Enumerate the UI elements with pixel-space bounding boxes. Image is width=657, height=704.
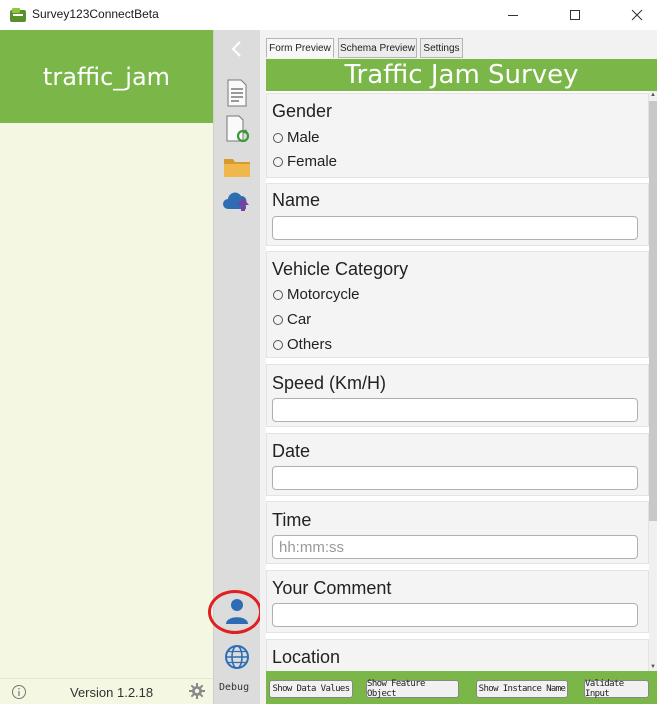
question-speed: Speed (Km/H) [266, 364, 649, 427]
question-label: Time [272, 510, 312, 530]
radio-circle [273, 314, 283, 325]
question-label: Your Comment [272, 578, 392, 598]
radio-label: Female [287, 153, 338, 170]
speed-input[interactable] [272, 398, 638, 422]
preview-area: Form Preview Schema Preview Settings Tra… [260, 30, 657, 704]
radio-circle [273, 339, 283, 350]
window-title: Survey123ConnectBeta [32, 7, 159, 21]
globe-icon [225, 645, 249, 669]
survey-sidebar: traffic_jam [0, 30, 213, 678]
question-label: Location [272, 647, 341, 667]
question-comment: Your Comment [266, 570, 649, 633]
radio-car[interactable]: Car [273, 311, 311, 328]
radio-male[interactable]: Male [273, 129, 320, 146]
radio-others[interactable]: Others [273, 336, 332, 353]
close-icon [631, 9, 643, 21]
radio-circle [273, 289, 283, 300]
form-document-button[interactable] [222, 78, 252, 108]
folder-button[interactable] [222, 152, 252, 182]
form-document-icon [227, 79, 247, 107]
question-time: Time hh:mm:ss [266, 501, 649, 564]
info-icon[interactable] [11, 684, 27, 700]
debug-toolbar: Show Data Values Show Feature Object Sho… [266, 671, 657, 704]
globe-button[interactable] [222, 642, 252, 672]
refresh-document-icon [226, 115, 250, 143]
question-label: Date [272, 441, 311, 461]
radio-label: Male [287, 129, 320, 146]
radio-circle [273, 156, 283, 167]
radio-label: Motorcycle [287, 286, 360, 303]
question-label: Vehicle Category [272, 259, 409, 279]
tab-settings[interactable]: Settings [420, 38, 463, 58]
back-chevron-icon [231, 41, 241, 57]
validate-input-button[interactable]: Validate Input [584, 679, 649, 699]
gear-icon[interactable] [188, 682, 206, 700]
back-button[interactable] [222, 34, 252, 64]
time-input[interactable]: hh:mm:ss [272, 535, 638, 559]
question-location: Location [266, 639, 649, 671]
form-title: Traffic Jam Survey [344, 60, 579, 90]
cloud-upload-icon [223, 192, 249, 211]
radio-label: Car [287, 311, 312, 328]
minimize-button[interactable] [490, 0, 536, 30]
scroll-thumb[interactable] [649, 101, 657, 521]
refresh-document-button[interactable] [222, 114, 252, 144]
show-feature-object-button[interactable]: Show Feature Object [366, 679, 459, 699]
question-name: Name [266, 183, 649, 246]
scroll-up-icon[interactable]: ▲ [649, 91, 657, 99]
debug-button[interactable]: Debug [219, 682, 249, 693]
form-scrollbar[interactable]: ▲ ▼ [649, 91, 657, 671]
radio-circle [273, 132, 283, 143]
radio-label: Others [287, 336, 333, 353]
folder-icon [224, 159, 250, 177]
date-input[interactable] [272, 466, 638, 490]
question-label: Name [272, 190, 321, 210]
survey-header: traffic_jam [0, 30, 213, 123]
tab-schema-preview[interactable]: Schema Preview [338, 38, 417, 58]
title-bar: Survey123ConnectBeta [0, 0, 657, 30]
tab-bar: Form Preview Schema Preview Settings [260, 30, 657, 60]
question-label: Speed (Km/H) [272, 373, 387, 393]
survey123-connect-window: Survey123ConnectBeta traffic_jam Version… [0, 0, 657, 704]
scroll-down-icon[interactable]: ▼ [649, 663, 657, 671]
cloud-upload-button[interactable] [222, 186, 252, 216]
form-header: Traffic Jam Survey [266, 59, 657, 91]
close-button[interactable] [614, 0, 657, 30]
version-label: Version 1.2.18 [70, 685, 154, 700]
maximize-button[interactable] [552, 0, 598, 30]
maximize-icon [570, 10, 580, 20]
tab-form-preview[interactable]: Form Preview [266, 38, 334, 58]
question-gender: Gender Male Female [266, 93, 649, 178]
form-body: Gender Male Female Name Vehicle Category [266, 91, 649, 671]
show-instance-name-button[interactable]: Show Instance Name [476, 680, 568, 698]
survey123-app-icon [10, 8, 26, 22]
name-input[interactable] [272, 216, 638, 240]
question-date: Date [266, 433, 649, 496]
minimize-icon [508, 15, 518, 16]
question-label: Gender [272, 101, 333, 121]
radio-female[interactable]: Female [273, 153, 337, 170]
survey-name: traffic_jam [42, 62, 171, 91]
show-data-values-button[interactable]: Show Data Values [269, 680, 353, 698]
highlight-ring [208, 590, 262, 634]
radio-motorcycle[interactable]: Motorcycle [273, 286, 360, 303]
question-vehicle-category: Vehicle Category Motorcycle Car Others [266, 251, 649, 358]
comment-input[interactable] [272, 603, 638, 627]
status-bar: Version 1.2.18 [0, 678, 213, 704]
